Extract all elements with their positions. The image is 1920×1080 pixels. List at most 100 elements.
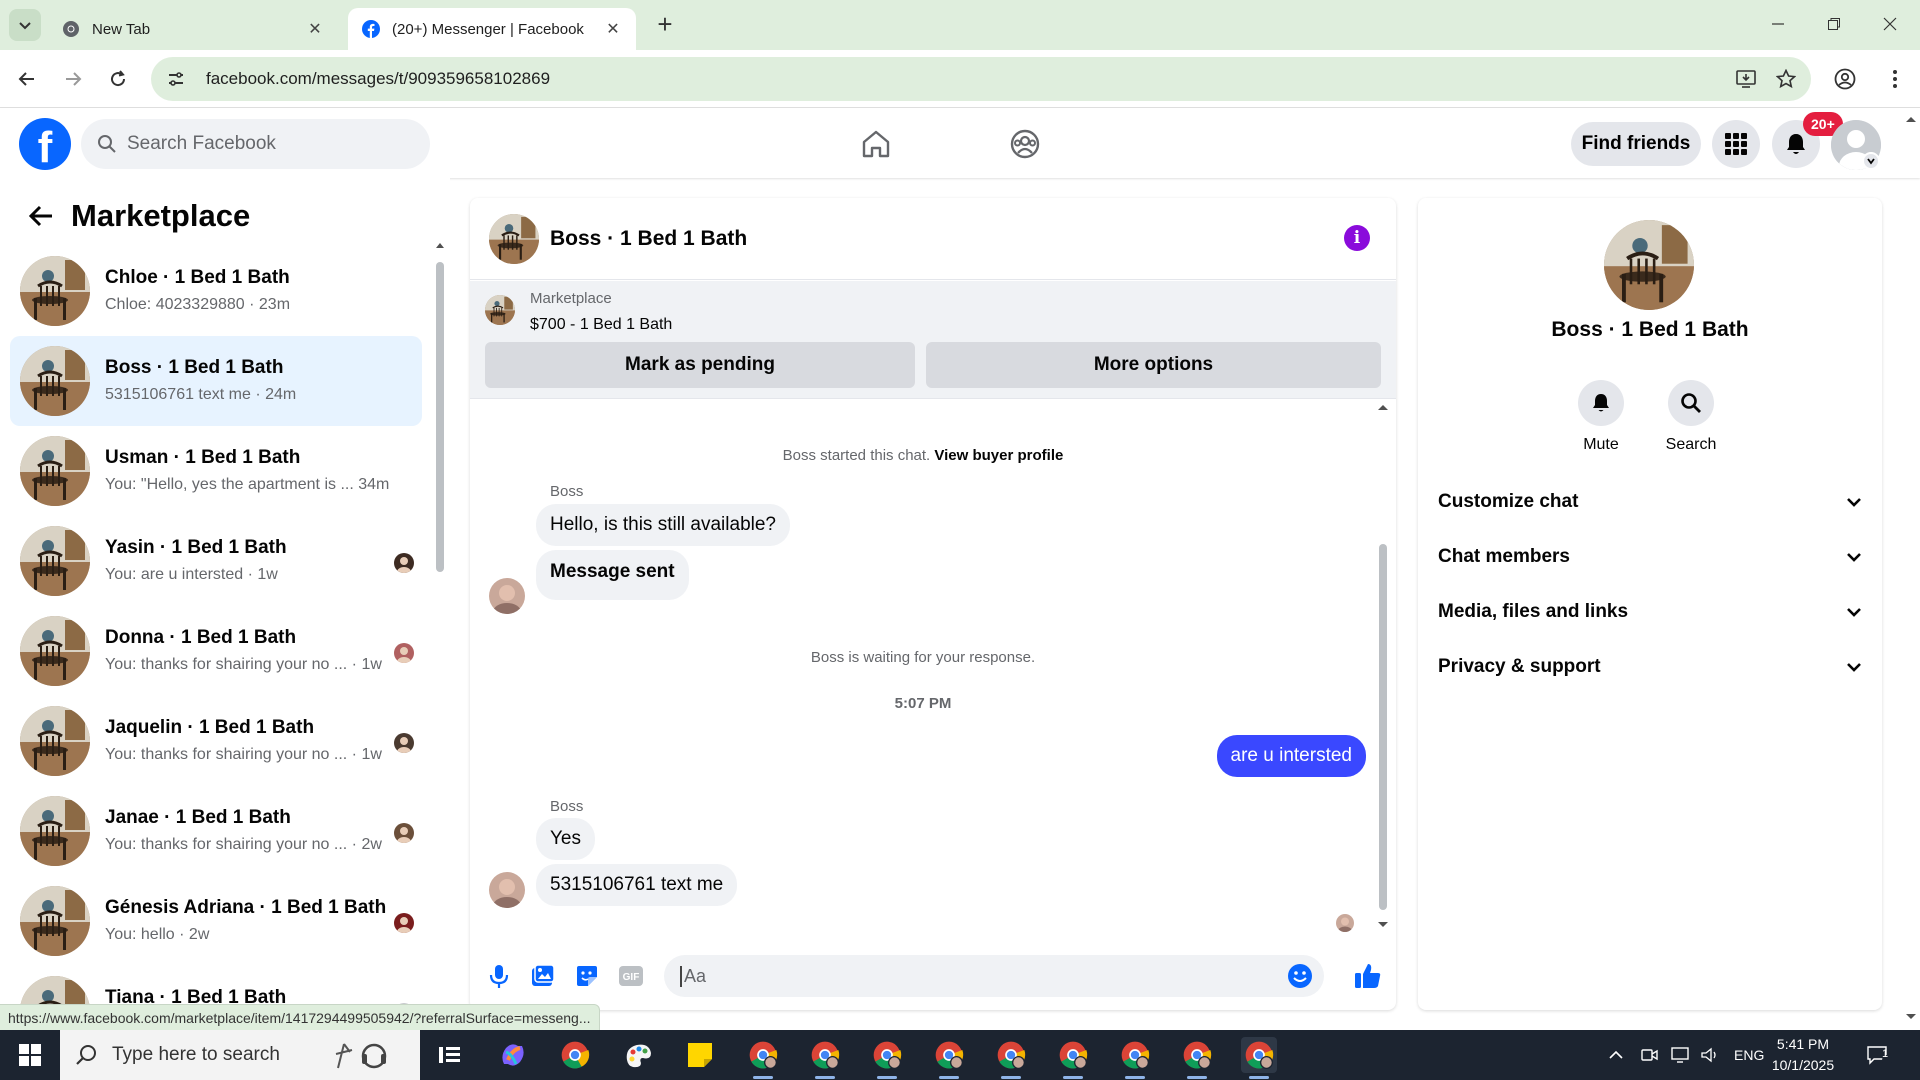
network-icon[interactable] (1670, 1030, 1690, 1080)
task-view-icon[interactable] (432, 1037, 468, 1073)
avatar[interactable] (489, 872, 525, 908)
listing-thumbnail[interactable] (485, 295, 515, 325)
chrome-icon[interactable] (807, 1037, 843, 1079)
find-friends-button[interactable]: Find friends (1571, 122, 1701, 166)
more-options-button[interactable]: More options (926, 342, 1381, 388)
sticker-icon[interactable] (573, 962, 601, 990)
chevron-down-icon[interactable] (1862, 152, 1880, 170)
home-icon[interactable] (856, 124, 896, 164)
outgoing-message-bubble[interactable]: are u intersted (1216, 735, 1366, 777)
avatar[interactable] (489, 214, 539, 264)
chat-scrollbar[interactable] (1376, 400, 1390, 940)
chevron-down-icon (1846, 551, 1862, 563)
details-section-row[interactable]: Customize chat (1438, 480, 1862, 524)
conversation-item[interactable]: Génesis Adriana · 1 Bed 1 Bath You: hello… (10, 876, 422, 966)
conversation-item[interactable]: Chloe · 1 Bed 1 Bath Chloe: 4023329880 · … (10, 246, 422, 336)
thumbs-up-icon[interactable] (1352, 960, 1384, 992)
message-bubble[interactable]: Yes (536, 818, 595, 860)
avatar[interactable] (1604, 220, 1694, 310)
clock-date: 10/1/2025 (1771, 1057, 1835, 1073)
conversation-item[interactable]: Boss · 1 Bed 1 Bath 5315106761 text me · … (10, 336, 422, 426)
conversation-name: Donna · 1 Bed 1 Bath (105, 627, 297, 648)
groups-icon[interactable] (1005, 124, 1045, 164)
menu-grid-icon[interactable] (1712, 120, 1760, 168)
chat-started-text: Boss started this chat. (782, 447, 931, 464)
scroll-thumb[interactable] (1379, 544, 1387, 910)
paint-icon[interactable] (620, 1037, 656, 1073)
back-button[interactable] (12, 64, 42, 94)
bookmark-star-icon[interactable] (1771, 57, 1801, 101)
windows-start-icon[interactable] (0, 1030, 60, 1080)
conversation-preview: You: thanks for shairing your no ... · 1… (105, 746, 382, 763)
restore-button[interactable] (1814, 10, 1854, 38)
show-hidden-icons[interactable] (1608, 1030, 1624, 1080)
minimize-button[interactable] (1758, 10, 1798, 38)
tab-messenger[interactable]: (20+) Messenger | Facebook ✕ (348, 8, 636, 50)
chrome-icon[interactable] (993, 1037, 1029, 1079)
close-icon[interactable]: ✕ (604, 20, 622, 38)
profile-icon[interactable] (1830, 64, 1860, 94)
menu-kebab-icon[interactable] (1880, 64, 1910, 94)
reload-button[interactable] (103, 64, 133, 94)
sidebar-scrollbar[interactable] (434, 238, 446, 1018)
taskbar-search[interactable]: Type here to search (60, 1030, 420, 1080)
message-bubble[interactable]: 5315106761 text me (536, 864, 738, 906)
close-icon[interactable]: ✕ (306, 20, 324, 38)
details-section-row[interactable]: Media, files and links (1438, 590, 1862, 634)
conversation-preview: You: thanks for shairing your no ... · 1… (105, 656, 382, 673)
copilot-icon[interactable] (495, 1037, 531, 1073)
details-name: Boss · 1 Bed 1 Bath (1551, 318, 1749, 341)
meet-now-icon[interactable] (1640, 1030, 1658, 1080)
mute-button[interactable]: Mute (1566, 380, 1636, 454)
tab-new-tab[interactable]: New Tab ✕ (48, 8, 338, 50)
facebook-search[interactable] (81, 119, 430, 169)
close-window-button[interactable] (1870, 10, 1910, 38)
search-label: Search (1665, 436, 1717, 453)
install-app-icon[interactable] (1731, 57, 1761, 101)
new-tab-button[interactable]: + (652, 11, 678, 38)
address-bar[interactable]: facebook.com/messages/t/909359658102869 (151, 57, 1811, 101)
volume-icon[interactable] (1700, 1030, 1720, 1080)
back-arrow-icon[interactable] (25, 200, 57, 232)
search-in-chat-button[interactable]: Search (1656, 380, 1726, 454)
search-input[interactable] (127, 133, 407, 155)
details-section-row[interactable]: Privacy & support (1438, 645, 1862, 689)
chrome-icon[interactable] (1241, 1037, 1277, 1079)
microphone-icon[interactable] (485, 962, 513, 990)
chrome-icon[interactable] (931, 1037, 967, 1079)
forward-button[interactable] (58, 64, 88, 94)
avatar[interactable] (489, 578, 525, 614)
conversation-preview: You: hello · 2w (105, 926, 210, 943)
chrome-icon[interactable] (745, 1037, 781, 1079)
tab-search-button[interactable] (9, 9, 41, 41)
notifications-icon[interactable]: 1 (1866, 1030, 1892, 1080)
system-clock[interactable]: 5:41 PM 10/1/2025 (1758, 1034, 1848, 1076)
gif-icon[interactable]: GIF (617, 962, 645, 990)
conversation-item[interactable]: Jaquelin · 1 Bed 1 Bath You: thanks for s… (10, 696, 422, 786)
details-section-row[interactable]: Chat members (1438, 535, 1862, 579)
emoji-icon[interactable] (1286, 962, 1314, 990)
photo-icon[interactable] (529, 962, 557, 990)
conversation-item[interactable]: Donna · 1 Bed 1 Bath You: thanks for shai… (10, 606, 422, 696)
message-bubble[interactable]: Message sent (536, 550, 689, 600)
message-input[interactable] (680, 965, 1240, 987)
info-icon[interactable]: i (1344, 225, 1370, 251)
facebook-logo[interactable]: f (19, 118, 71, 170)
view-buyer-profile-link[interactable]: View buyer profile (934, 447, 1063, 464)
message-bubble[interactable]: Hello, is this still available? (536, 504, 790, 546)
mark-as-pending-button[interactable]: Mark as pending (485, 342, 915, 388)
conversation-item[interactable]: Yasin · 1 Bed 1 Bath You: are u intersted… (10, 516, 422, 606)
scroll-thumb[interactable] (436, 262, 444, 572)
chat-title[interactable]: Boss · 1 Bed 1 Bath (550, 227, 747, 251)
chrome-icon[interactable] (1055, 1037, 1091, 1079)
chrome-icon[interactable] (1179, 1037, 1215, 1079)
listing-title[interactable]: $700 - 1 Bed 1 Bath (530, 316, 672, 334)
chrome-icon[interactable] (869, 1037, 905, 1079)
conversation-item[interactable]: Janae · 1 Bed 1 Bath You: thanks for shai… (10, 786, 422, 876)
conversation-item[interactable]: Usman · 1 Bed 1 Bath You: "Hello, yes the… (10, 426, 422, 516)
page-scrollbar[interactable] (1902, 108, 1920, 1028)
site-info-icon[interactable] (161, 64, 191, 94)
sticky-notes-icon[interactable] (682, 1037, 718, 1073)
chrome-icon[interactable] (557, 1037, 593, 1073)
chrome-icon[interactable] (1117, 1037, 1153, 1079)
